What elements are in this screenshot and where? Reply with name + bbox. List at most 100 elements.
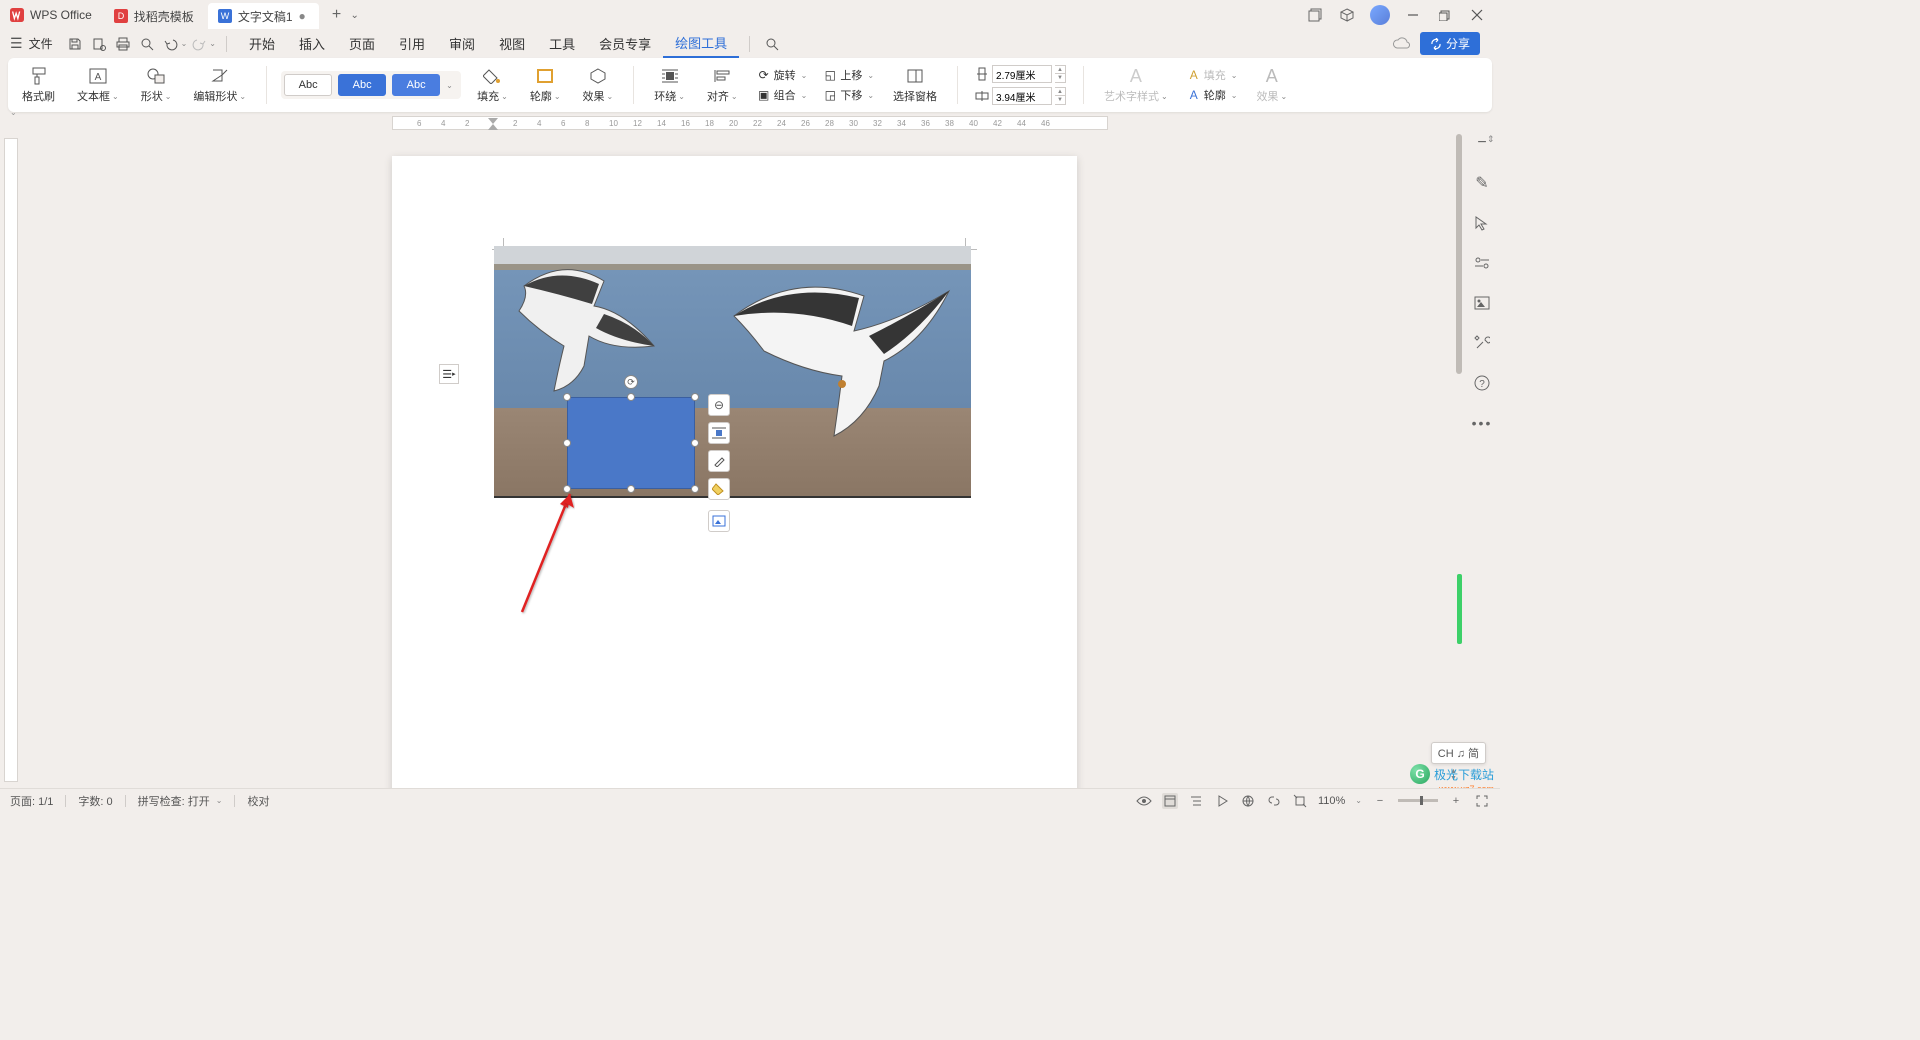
resize-handle-w[interactable] bbox=[563, 439, 571, 447]
side-image-icon[interactable] bbox=[1471, 292, 1493, 314]
style-preset-1[interactable]: Abc bbox=[284, 74, 332, 96]
vertical-scrollbar[interactable] bbox=[1454, 134, 1464, 762]
undo-icon[interactable] bbox=[161, 34, 181, 54]
bring-forward-button[interactable]: ◱上移⌄ bbox=[820, 66, 877, 84]
menu-insert[interactable]: 插入 bbox=[287, 30, 337, 57]
minimize-button[interactable] bbox=[1404, 6, 1422, 24]
format-painter-button[interactable]: 格式刷 bbox=[16, 61, 61, 109]
status-spell[interactable]: 拼写检查: 打开 bbox=[138, 793, 210, 809]
redo-dropdown[interactable]: ⌄ bbox=[209, 39, 216, 48]
fill-button[interactable]: 填充⌄ bbox=[471, 61, 514, 109]
status-proof[interactable]: 校对 bbox=[247, 793, 269, 809]
side-help-icon[interactable]: ? bbox=[1471, 372, 1493, 394]
menu-drawing-tools[interactable]: 绘图工具 bbox=[663, 29, 739, 58]
text-fill-button[interactable]: A填充⌄ bbox=[1184, 66, 1241, 84]
zoom-level[interactable]: 110% bbox=[1318, 795, 1345, 807]
textbox-button[interactable]: A 文本框⌄ bbox=[71, 61, 125, 109]
send-backward-button[interactable]: ◲下移⌄ bbox=[820, 86, 877, 104]
zoom-fit-icon[interactable] bbox=[1292, 793, 1308, 809]
resize-handle-nw[interactable] bbox=[563, 393, 571, 401]
view-reading-icon[interactable] bbox=[1214, 793, 1230, 809]
find-icon[interactable] bbox=[137, 34, 157, 54]
cube-icon[interactable] bbox=[1338, 6, 1356, 24]
selection-pane-button[interactable]: 选择窗格 bbox=[887, 61, 943, 109]
spell-dropdown[interactable]: ⌄ bbox=[216, 796, 223, 805]
inserted-image[interactable] bbox=[494, 246, 971, 498]
view-eye-icon[interactable] bbox=[1136, 793, 1152, 809]
search-icon[interactable] bbox=[762, 34, 782, 54]
effect-button[interactable]: 效果⌄ bbox=[577, 61, 620, 109]
scrollbar-thumb[interactable] bbox=[1456, 134, 1462, 374]
side-more-icon[interactable]: ••• bbox=[1471, 412, 1493, 434]
fold-button[interactable]: ⇕ bbox=[1487, 134, 1499, 146]
selected-rectangle-shape[interactable] bbox=[567, 397, 695, 489]
view-link-icon[interactable] bbox=[1266, 793, 1282, 809]
ruler-horizontal[interactable]: 6 4 2 2 4 6 8 10 12 14 16 18 20 22 24 26… bbox=[22, 116, 1478, 134]
resize-handle-e[interactable] bbox=[691, 439, 699, 447]
page[interactable]: ⟳ ⊖ ☰▸ bbox=[392, 156, 1077, 788]
zoom-in-button[interactable]: + bbox=[1448, 793, 1464, 809]
resize-handle-se[interactable] bbox=[691, 485, 699, 493]
print-icon[interactable] bbox=[113, 34, 133, 54]
share-button[interactable]: 分享 bbox=[1420, 32, 1480, 55]
rotate-button[interactable]: ⟳旋转⌄ bbox=[754, 66, 811, 84]
ctx-image-button[interactable] bbox=[708, 510, 730, 532]
group-button[interactable]: ▣组合⌄ bbox=[754, 86, 811, 104]
text-effect-button[interactable]: A 效果⌄ bbox=[1250, 61, 1293, 109]
wordart-button[interactable]: A 艺术字样式⌄ bbox=[1098, 61, 1174, 109]
ribbon-collapse-icon[interactable]: ⌄ bbox=[10, 108, 17, 117]
ruler-vertical[interactable] bbox=[4, 138, 22, 782]
layout-options-button[interactable]: ☰▸ bbox=[439, 364, 459, 384]
zoom-dropdown[interactable]: ⌄ bbox=[1355, 796, 1362, 805]
menu-reference[interactable]: 引用 bbox=[387, 30, 437, 57]
side-pen-icon[interactable]: ✎ bbox=[1471, 172, 1493, 194]
ctx-layout-button[interactable] bbox=[708, 422, 730, 444]
width-spinner[interactable]: ▲▼ bbox=[1055, 87, 1066, 105]
height-spinner[interactable]: ▲▼ bbox=[1055, 65, 1066, 83]
user-avatar[interactable] bbox=[1370, 5, 1390, 25]
view-outline-icon[interactable] bbox=[1188, 793, 1204, 809]
tab-document[interactable]: W 文字文稿1 ● bbox=[208, 3, 319, 29]
style-gallery-dropdown[interactable]: ⌄ bbox=[446, 81, 458, 90]
side-tools-icon[interactable] bbox=[1471, 332, 1493, 354]
tab-list-dropdown[interactable]: ⌄ bbox=[351, 10, 367, 21]
zoom-slider[interactable] bbox=[1398, 799, 1438, 802]
ctx-fill-button[interactable] bbox=[708, 478, 730, 500]
align-button[interactable]: 对齐⌄ bbox=[701, 61, 744, 109]
save-icon[interactable] bbox=[65, 34, 85, 54]
ctx-style-button[interactable] bbox=[708, 450, 730, 472]
maximize-button[interactable] bbox=[1436, 6, 1454, 24]
menu-tools[interactable]: 工具 bbox=[537, 30, 587, 57]
window-multi-icon[interactable] bbox=[1306, 6, 1324, 24]
close-button[interactable] bbox=[1468, 6, 1486, 24]
view-print-layout-icon[interactable] bbox=[1162, 793, 1178, 809]
fullscreen-icon[interactable] bbox=[1474, 793, 1490, 809]
menu-page[interactable]: 页面 bbox=[337, 30, 387, 57]
view-web-icon[interactable] bbox=[1240, 793, 1256, 809]
menu-member[interactable]: 会员专享 bbox=[587, 30, 663, 57]
new-tab-button[interactable]: + bbox=[325, 3, 349, 27]
resize-handle-n[interactable] bbox=[627, 393, 635, 401]
menu-view[interactable]: 视图 bbox=[487, 30, 537, 57]
ctx-collapse-button[interactable]: ⊖ bbox=[708, 394, 730, 416]
status-page[interactable]: 页面: 1/1 bbox=[10, 793, 53, 809]
zoom-out-button[interactable]: − bbox=[1372, 793, 1388, 809]
style-preset-2[interactable]: Abc bbox=[338, 74, 386, 96]
undo-dropdown[interactable]: ⌄ bbox=[181, 39, 188, 48]
shape-button[interactable]: 形状⌄ bbox=[135, 61, 178, 109]
file-menu[interactable]: 文件 bbox=[29, 35, 53, 52]
cloud-icon[interactable] bbox=[1392, 37, 1410, 51]
tab-templates[interactable]: D 找稻壳模板 bbox=[104, 3, 204, 29]
text-outline-button[interactable]: A轮廓⌄ bbox=[1184, 86, 1241, 104]
resize-handle-s[interactable] bbox=[627, 485, 635, 493]
menu-start[interactable]: 开始 bbox=[237, 30, 287, 57]
ime-indicator[interactable]: CH ♫ 简 bbox=[1431, 742, 1486, 764]
height-input[interactable] bbox=[992, 65, 1052, 83]
status-words[interactable]: 字数: 0 bbox=[78, 793, 112, 809]
side-settings-icon[interactable] bbox=[1471, 252, 1493, 274]
rotate-handle[interactable]: ⟳ bbox=[624, 375, 638, 389]
side-select-icon[interactable] bbox=[1471, 212, 1493, 234]
edit-shape-button[interactable]: 编辑形状⌄ bbox=[187, 61, 252, 109]
width-input[interactable] bbox=[992, 87, 1052, 105]
wrap-button[interactable]: 环绕⌄ bbox=[648, 61, 691, 109]
